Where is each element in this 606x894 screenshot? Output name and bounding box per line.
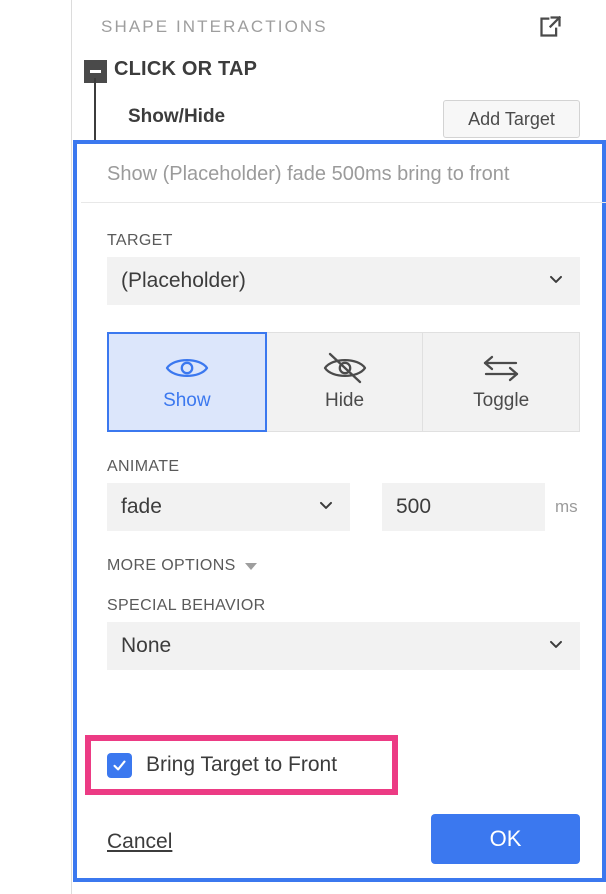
action-row: Show/Hide Add Target — [73, 100, 606, 142]
visibility-mode-group: Show Hide Toggle — [107, 332, 581, 432]
triangle-down-icon — [244, 562, 257, 570]
action-type-label: Show/Hide — [128, 106, 226, 127]
mode-button-hide-label: Hide — [324, 390, 365, 411]
swap-arrows-icon — [478, 352, 524, 384]
chevron-down-icon — [316, 495, 336, 520]
trigger-label: CLICK OR TAP — [114, 58, 258, 80]
page-title: SHAPE INTERACTIONS — [101, 17, 328, 36]
animate-row: fade ms — [107, 483, 580, 531]
shape-interactions-panel-root: SHAPE INTERACTIONS CLICK OR TAP Show/Hid… — [0, 0, 606, 894]
animate-duration-input[interactable] — [382, 483, 545, 531]
animate-field-label: ANIMATE — [107, 458, 180, 475]
animate-effect-value: fade — [121, 495, 162, 518]
mode-button-show[interactable]: Show — [107, 332, 267, 432]
eye-off-icon — [322, 352, 368, 384]
animate-effect-select[interactable]: fade — [107, 483, 350, 531]
editor-footer: Cancel OK — [81, 814, 606, 878]
interaction-summary-text: Show (Placeholder) fade 500ms bring to f… — [81, 148, 606, 203]
cancel-button[interactable]: Cancel — [107, 830, 172, 854]
target-field-label: TARGET — [107, 232, 173, 249]
eye-icon — [164, 352, 210, 384]
special-behavior-section: SPECIAL BEHAVIOR None — [107, 597, 580, 670]
mode-button-toggle[interactable]: Toggle — [423, 332, 581, 432]
canvas-gutter — [0, 0, 72, 894]
target-select[interactable]: (Placeholder) — [107, 257, 580, 305]
add-target-button[interactable]: Add Target — [443, 100, 580, 138]
bring-target-to-front-annotation: Bring Target to Front — [85, 735, 398, 795]
special-behavior-value: None — [121, 634, 172, 657]
animate-section: ANIMATE fade ms — [107, 458, 580, 531]
duration-unit-label: ms — [555, 497, 578, 516]
chevron-down-icon — [546, 634, 566, 659]
more-options-toggle[interactable]: MORE OPTIONS — [107, 557, 257, 575]
open-in-new-icon[interactable] — [532, 8, 568, 44]
panel-header: SHAPE INTERACTIONS — [73, 0, 606, 52]
minus-icon — [90, 70, 101, 73]
mode-button-toggle-label: Toggle — [473, 390, 530, 411]
special-behavior-select[interactable]: None — [107, 622, 580, 670]
bring-target-to-front-checkbox[interactable] — [107, 752, 132, 778]
chevron-down-icon — [546, 269, 566, 294]
mode-button-hide[interactable]: Hide — [266, 332, 424, 432]
target-select-value: (Placeholder) — [121, 269, 246, 292]
interaction-editor-body: TARGET (Placeholder) Show Hide Toggle AN… — [81, 232, 606, 670]
bring-target-to-front-label[interactable]: Bring Target to Front — [146, 753, 337, 777]
mode-button-show-label: Show — [163, 390, 211, 411]
trigger-row: CLICK OR TAP — [73, 55, 606, 89]
ok-button[interactable]: OK — [431, 814, 580, 864]
checkmark-icon — [113, 760, 126, 770]
special-behavior-field-label: SPECIAL BEHAVIOR — [107, 597, 266, 614]
more-options-label: MORE OPTIONS — [107, 557, 236, 574]
